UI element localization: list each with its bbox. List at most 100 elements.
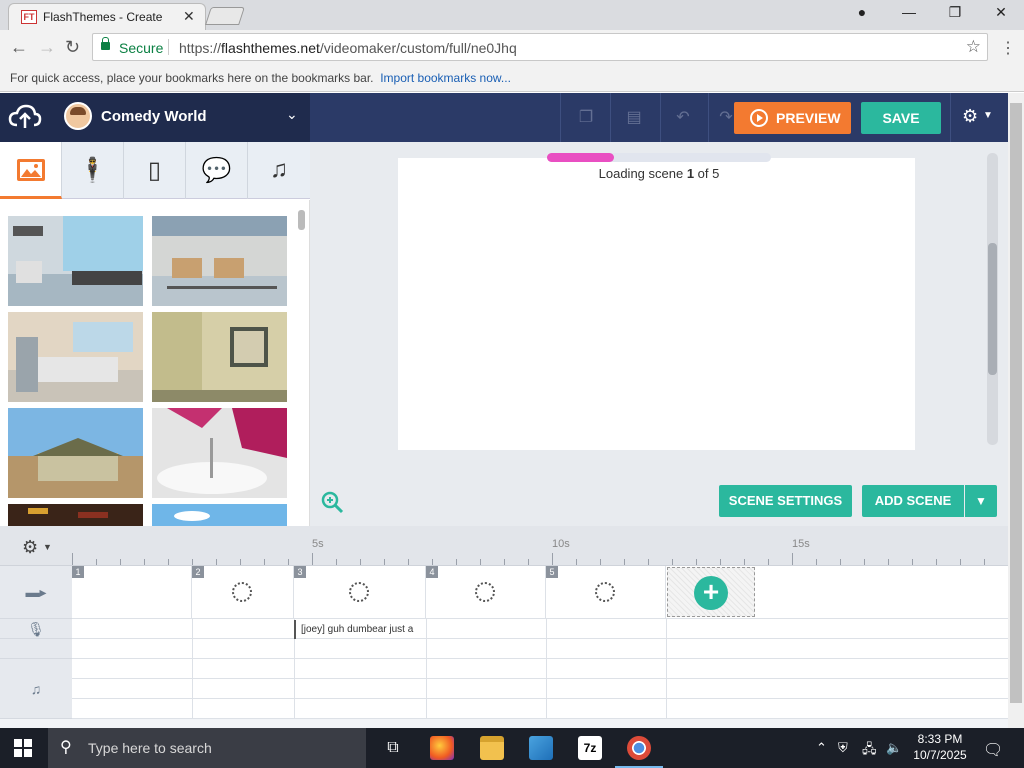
- reload-icon[interactable]: ↻: [65, 37, 80, 58]
- music-track: [72, 659, 1008, 679]
- forward-arrow-icon[interactable]: →: [38, 37, 56, 58]
- music-note-icon: ♫: [30, 681, 42, 697]
- system-clock[interactable]: 8:33 PM 10/7/2025: [905, 731, 975, 763]
- new-tab-button[interactable]: [205, 7, 245, 25]
- ruler-tick: [960, 559, 961, 565]
- tab-sound[interactable]: ♫: [248, 142, 310, 199]
- music-note-icon: ♫: [270, 156, 288, 183]
- ruler-tick: [672, 559, 673, 565]
- browser-menu-icon[interactable]: ⋮: [1000, 38, 1016, 58]
- ruler-tick: [72, 553, 73, 565]
- voice-clip[interactable]: [joey] guh dumbear just a: [294, 620, 413, 639]
- ruler-tick: [240, 559, 241, 565]
- music-track: [72, 679, 1008, 699]
- loading-spinner-icon: [475, 582, 495, 602]
- bookmark-star-icon[interactable]: ☆: [966, 37, 981, 57]
- ruler-tick: [384, 559, 385, 565]
- tab-characters[interactable]: 🕴: [62, 142, 124, 199]
- browser-tab[interactable]: FT FlashThemes - Create ✕: [8, 3, 206, 30]
- background-thumbnail[interactable]: [8, 408, 143, 498]
- profile-icon[interactable]: ●: [850, 4, 874, 24]
- microphone-icon: 🎙: [27, 621, 45, 637]
- tab-backgrounds[interactable]: [0, 142, 62, 199]
- add-scene-button[interactable]: ADD SCENE: [862, 485, 964, 517]
- ruler-tick: [576, 559, 577, 565]
- ruler-tick: [648, 559, 649, 565]
- chevron-down-icon[interactable]: ⌄: [286, 106, 298, 123]
- theme-name[interactable]: Comedy World: [101, 108, 207, 125]
- time-ruler[interactable]: ⚙ ▼ 5s 10s 15s: [0, 526, 1008, 566]
- background-thumbnail[interactable]: [152, 216, 287, 306]
- settings-gear-icon[interactable]: ⚙: [962, 106, 978, 127]
- background-thumbnail[interactable]: [152, 312, 287, 402]
- page-scrollbar[interactable]: [1008, 93, 1024, 728]
- network-icon[interactable]: 🖧: [862, 740, 877, 762]
- back-arrow-icon[interactable]: ←: [10, 37, 28, 58]
- music-track: [72, 699, 1008, 719]
- chevron-down-icon[interactable]: ▼: [43, 542, 52, 552]
- scene-block[interactable]: 3: [294, 566, 426, 618]
- firefox-icon[interactable]: [430, 736, 454, 760]
- redo-icon[interactable]: ↷: [716, 107, 736, 127]
- ruler-tick: [216, 559, 217, 565]
- save-button[interactable]: SAVE: [861, 102, 941, 134]
- chrome-icon[interactable]: [627, 736, 651, 760]
- copy-icon[interactable]: ❐: [576, 107, 596, 127]
- background-thumbnail[interactable]: [8, 504, 143, 526]
- windows-start-icon[interactable]: [14, 739, 32, 757]
- background-thumbnail[interactable]: [152, 504, 287, 526]
- url-input[interactable]: Secure https://flashthemes.net/videomake…: [92, 33, 988, 61]
- voice-track-label: [0, 639, 72, 659]
- scene-block[interactable]: 2: [192, 566, 294, 618]
- timeline-settings-gear-icon[interactable]: ⚙: [22, 537, 38, 558]
- stage-scrollbar[interactable]: [987, 153, 998, 445]
- chevron-up-icon[interactable]: ⌃: [816, 740, 827, 756]
- minimize-button[interactable]: —: [897, 4, 921, 24]
- notifications-icon[interactable]: 🗨: [983, 740, 1003, 760]
- ruler-tick: [864, 559, 865, 565]
- volume-muted-icon[interactable]: 🔈: [886, 740, 902, 756]
- ruler-tick: [792, 553, 793, 565]
- task-view-icon[interactable]: ⧉: [381, 736, 405, 760]
- ruler-tick: [288, 559, 289, 565]
- scene-canvas[interactable]: [398, 158, 915, 450]
- search-icon: ⚲: [60, 739, 72, 756]
- close-tab-icon[interactable]: ✕: [183, 8, 195, 25]
- ruler-tick: [600, 559, 601, 565]
- maximize-button[interactable]: ❐: [943, 4, 967, 24]
- tab-text[interactable]: 💬: [186, 142, 248, 199]
- file-explorer-icon[interactable]: [480, 736, 504, 760]
- flashthemes-favicon-icon: FT: [21, 10, 37, 24]
- undo-icon[interactable]: ↶: [673, 107, 693, 127]
- library-scrollbar[interactable]: [298, 210, 305, 230]
- bookmarks-bar: For quick access, place your bookmarks h…: [0, 64, 1024, 92]
- paint-app-icon[interactable]: [529, 736, 553, 760]
- zoom-in-icon[interactable]: [320, 490, 344, 514]
- scene-settings-button[interactable]: SCENE SETTINGS: [719, 485, 852, 517]
- taskbar-search-input[interactable]: ⚲ Type here to search: [48, 728, 366, 768]
- security-shield-icon[interactable]: ⛨: [838, 740, 848, 756]
- ruler-tick: [168, 559, 169, 565]
- ruler-tick: [912, 559, 913, 565]
- background-thumbnail[interactable]: [8, 312, 143, 402]
- add-scene-dropdown-icon[interactable]: ▼: [965, 485, 997, 517]
- background-thumbnail[interactable]: [8, 216, 143, 306]
- add-scene-slot[interactable]: +: [667, 567, 755, 617]
- play-icon: [750, 109, 768, 127]
- close-window-button[interactable]: ✕: [989, 4, 1013, 24]
- ruler-tick: [360, 559, 361, 565]
- preview-button[interactable]: PREVIEW: [734, 102, 851, 134]
- scene-block[interactable]: 1: [72, 566, 192, 618]
- ruler-tick: [192, 559, 193, 565]
- upload-cloud-icon[interactable]: [8, 103, 42, 131]
- scene-block[interactable]: 4: [426, 566, 546, 618]
- tab-title: FlashThemes - Create: [43, 10, 163, 24]
- chevron-down-icon[interactable]: ▼: [983, 110, 993, 121]
- paste-icon[interactable]: ▤: [624, 107, 644, 127]
- ruler-tick: [744, 559, 745, 565]
- background-thumbnail[interactable]: [152, 408, 287, 498]
- tab-props[interactable]: ▯: [124, 142, 186, 199]
- import-bookmarks-link[interactable]: Import bookmarks now...: [380, 71, 511, 85]
- 7zip-icon[interactable]: 7z: [578, 736, 602, 760]
- scene-block[interactable]: 5: [546, 566, 666, 618]
